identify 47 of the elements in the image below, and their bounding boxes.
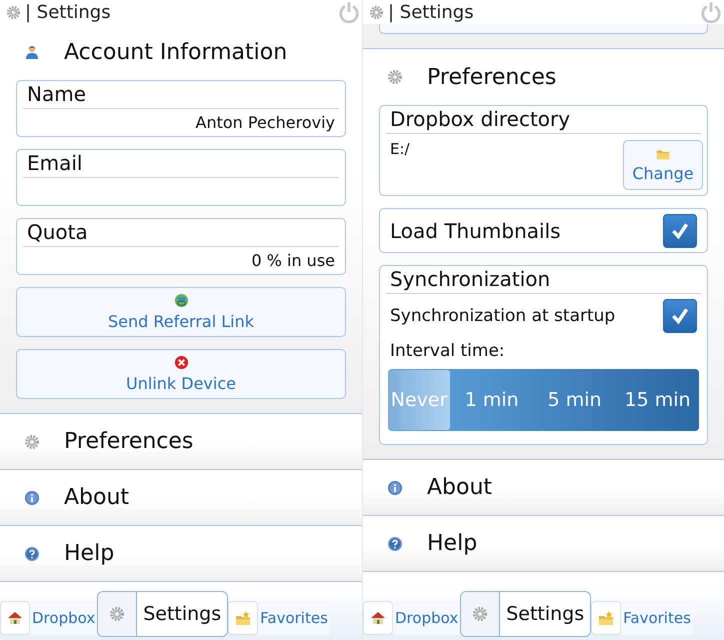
gear-icon: [24, 434, 40, 450]
screen-title: | Settings: [25, 2, 111, 22]
gear-icon: [387, 69, 403, 85]
field-label: Quota: [26, 219, 89, 246]
option-label: Load Thumbnails: [390, 218, 561, 242]
checkbox[interactable]: [663, 299, 697, 333]
power-button[interactable]: [338, 1, 360, 23]
home-icon: [7, 610, 23, 626]
power-icon: [338, 1, 360, 23]
folder-star-icon: [235, 610, 252, 626]
field-label: Email: [26, 150, 84, 177]
tab[interactable]: Settings: [460, 591, 592, 637]
field-value: 0 % in use: [251, 251, 335, 270]
info-icon: [387, 480, 403, 496]
cross-icon: [174, 355, 188, 370]
directory-path: E:/: [390, 140, 410, 158]
gear-icon: [369, 4, 384, 20]
interval-option[interactable]: 15 min: [616, 369, 699, 431]
interval-option[interactable]: 5 min: [533, 369, 616, 431]
action-button[interactable]: Send Referral Link: [16, 287, 346, 337]
button-edge[interactable]: [379, 24, 708, 34]
section-header[interactable]: Account Information: [0, 24, 362, 80]
change-button[interactable]: Change: [623, 140, 703, 190]
interval-option[interactable]: 1 min: [450, 369, 534, 431]
help-icon: [24, 546, 40, 562]
folder-star-icon: [598, 610, 614, 626]
home-icon: [370, 610, 386, 626]
section-header[interactable]: Preferences: [363, 49, 724, 105]
gear-icon: [6, 4, 21, 20]
card-title: Dropbox directory: [389, 106, 572, 133]
gear-icon: [472, 606, 488, 622]
person-icon: [24, 44, 40, 60]
option-label: Synchronization at startup: [390, 306, 616, 326]
checkbox[interactable]: [663, 214, 697, 248]
gear-icon: [109, 606, 126, 622]
screen-title: | Settings: [388, 2, 474, 22]
power-icon: [700, 1, 722, 23]
info-icon: [24, 490, 40, 506]
field-label: Name: [26, 81, 88, 108]
field-value: Anton Pecheroviy: [196, 113, 335, 132]
card-title: Synchronization: [389, 266, 552, 293]
help-icon: [387, 536, 403, 552]
interval-label: Interval time:: [389, 340, 506, 363]
action-button[interactable]: Unlink Device: [16, 349, 346, 399]
tab[interactable]: Settings: [97, 591, 228, 637]
globe-icon: [174, 293, 188, 308]
power-button[interactable]: [700, 1, 722, 23]
